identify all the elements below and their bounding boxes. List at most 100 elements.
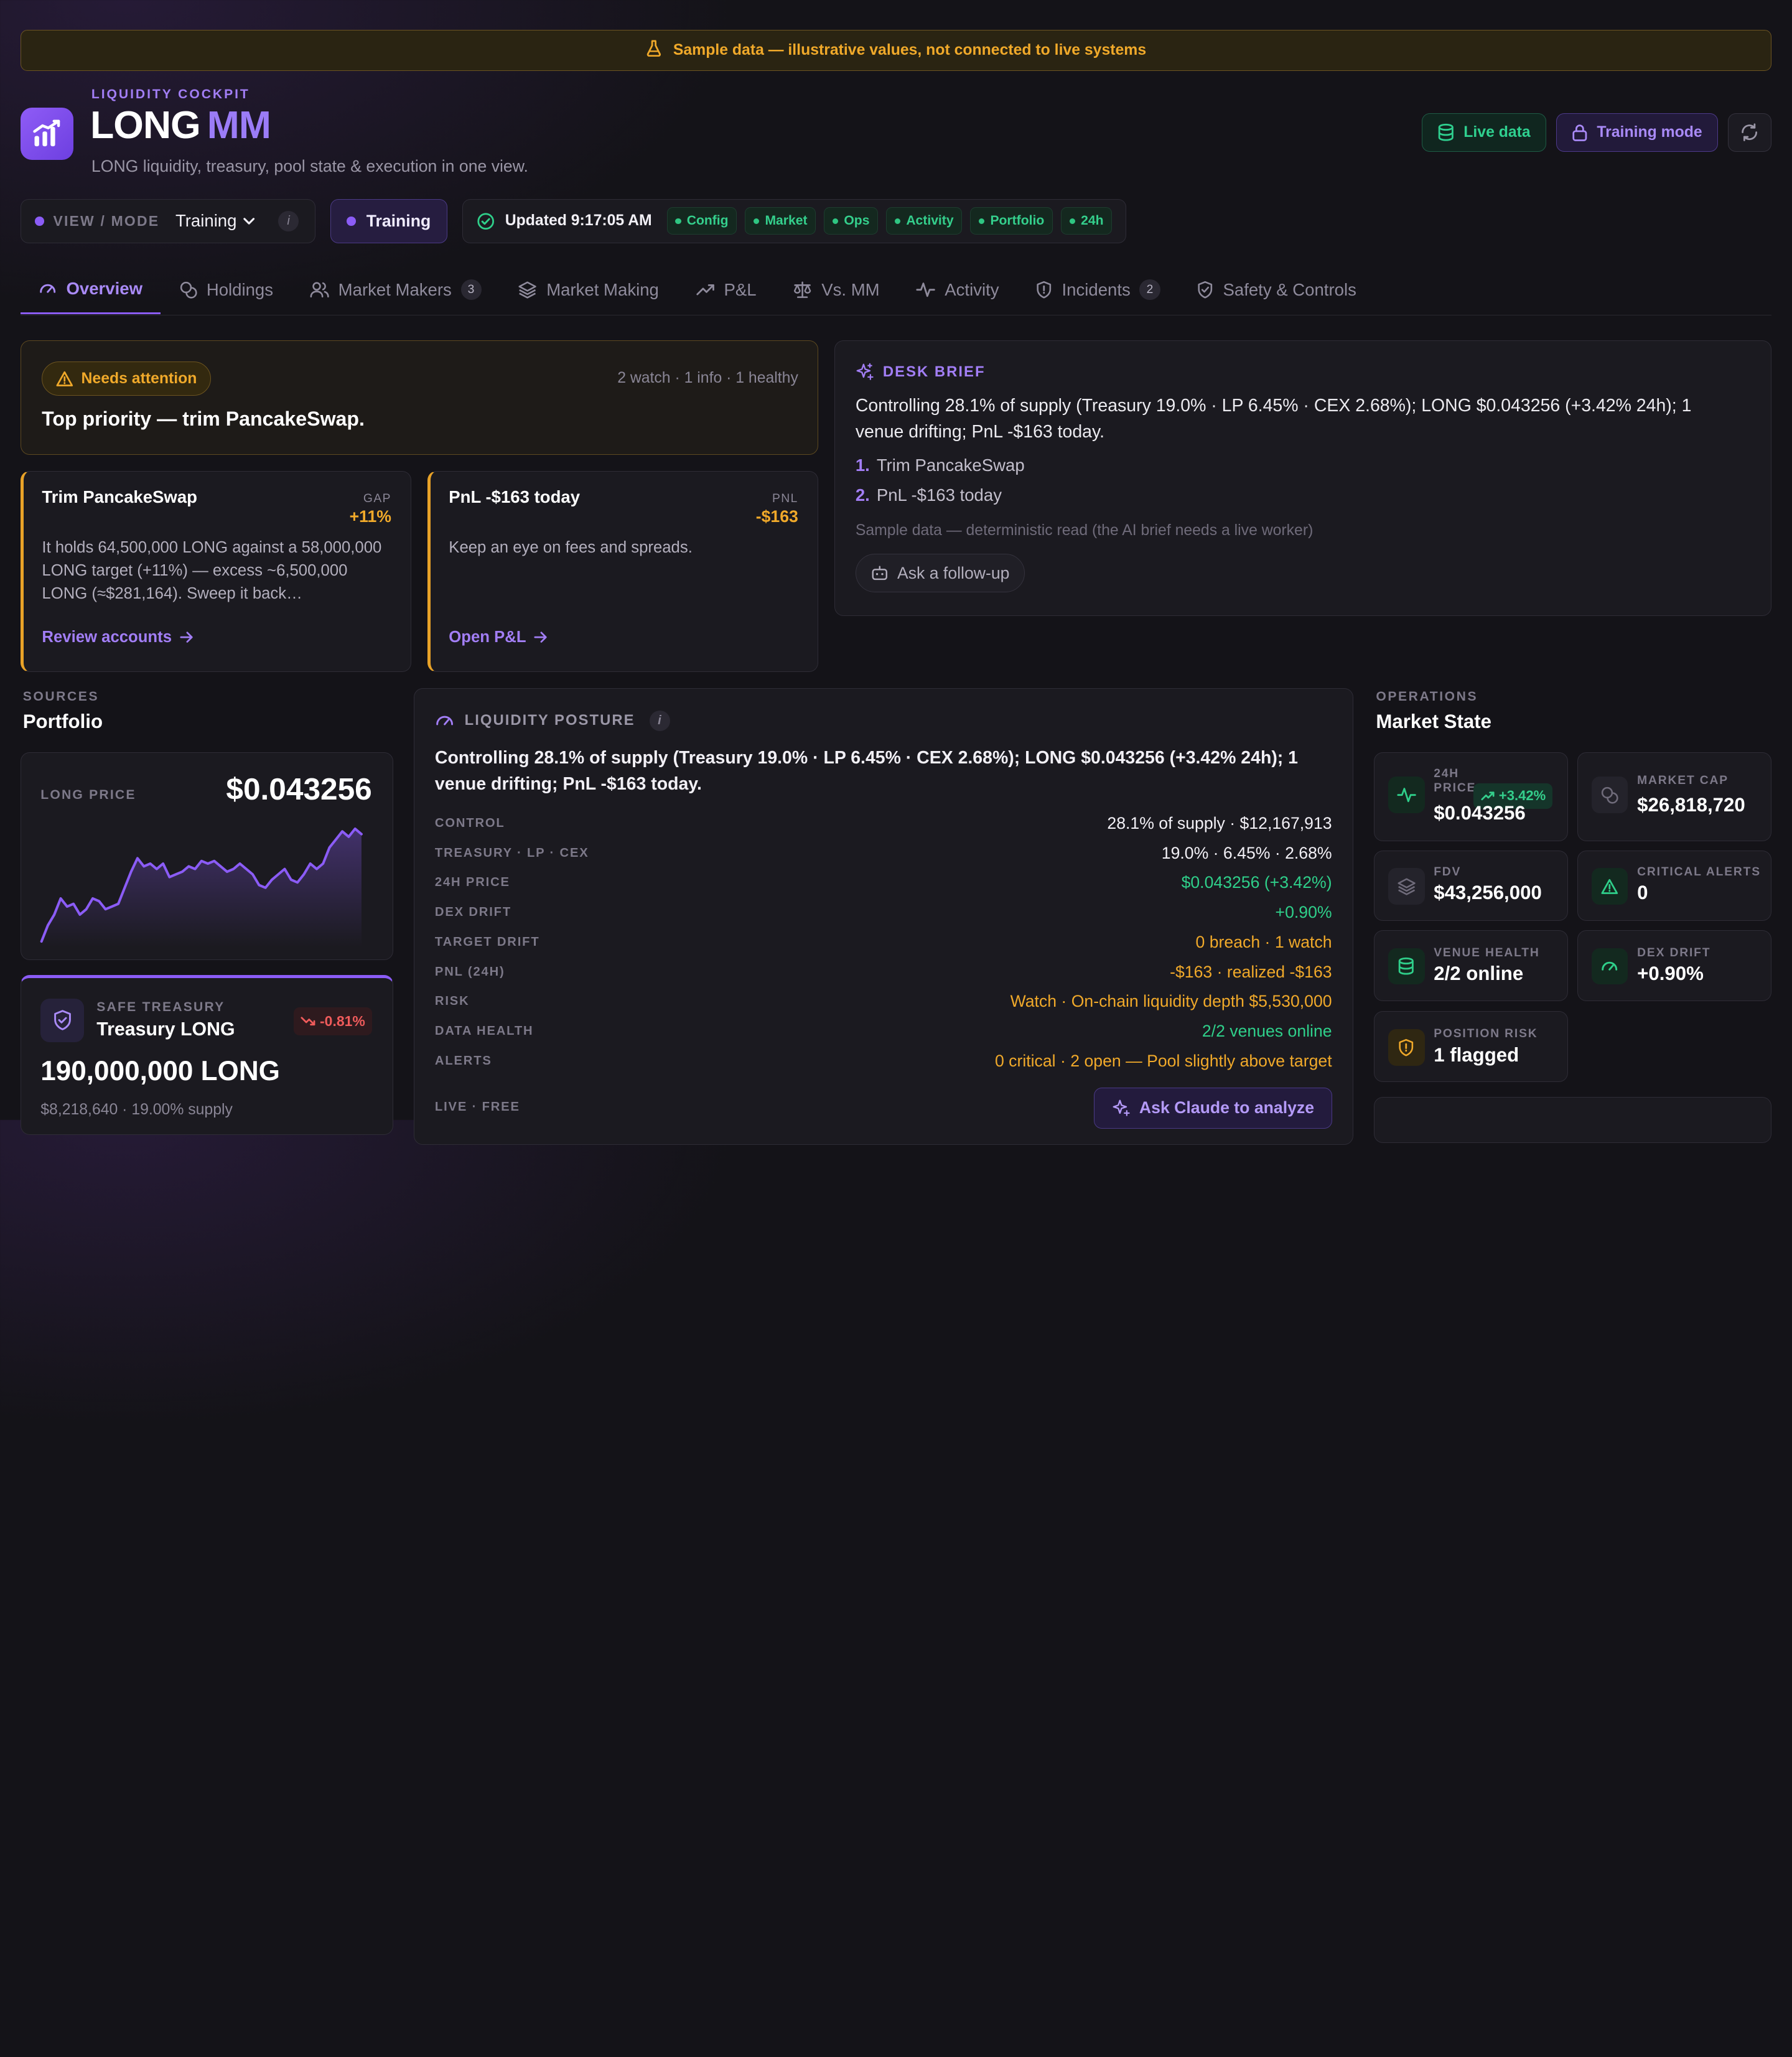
- metric-label: POSITION RISK: [1434, 1027, 1538, 1041]
- source-tag-activity: Activity: [886, 207, 963, 235]
- refresh-button[interactable]: [1728, 113, 1771, 152]
- page-title: LONG MM: [90, 103, 271, 147]
- long-price-card: LONG PRICE $0.043256: [21, 752, 393, 960]
- metric-label: 24H PRICE: [1434, 767, 1477, 795]
- title-part-mm: MM: [207, 103, 271, 147]
- training-mode-button[interactable]: Training mode: [1556, 113, 1718, 152]
- action-card-pnl: PnL -$163 today PNL -$163 Keep an eye on…: [427, 470, 819, 672]
- live-data-button[interactable]: Live data: [1422, 113, 1546, 152]
- scale-icon: [794, 281, 811, 298]
- view-mode-select[interactable]: VIEW / MODE Training i: [21, 198, 315, 244]
- ask-claude-button[interactable]: Ask Claude to analyze: [1094, 1087, 1332, 1129]
- refresh-icon: [1742, 123, 1758, 142]
- posture-row-target-drift: TARGET DRIFT 0 breach · 1 watch: [434, 932, 1332, 951]
- tab-safety-controls[interactable]: Safety & Controls: [1178, 265, 1374, 314]
- database-icon: [1388, 948, 1425, 985]
- training-dot: [347, 217, 357, 226]
- posture-row-data-health: DATA HEALTH 2/2 venues online: [434, 1022, 1332, 1041]
- info-icon[interactable]: i: [278, 210, 299, 231]
- action-card-kpi-label: PNL: [772, 492, 798, 505]
- metric-24h-price: 24H PRICE +3.42% $0.043256: [1373, 752, 1568, 841]
- metric-dex-drift: DEX DRIFT +0.90%: [1577, 930, 1771, 1001]
- price-chart: [40, 828, 363, 947]
- training-mode-label: Training mode: [1597, 124, 1702, 141]
- treasury-subtext: $8,218,640 · 19.00% supply: [40, 1101, 233, 1119]
- metric-value: $26,818,720: [1637, 793, 1745, 816]
- desk-brief-heading: DESK BRIEF: [856, 363, 986, 381]
- tab-holdings[interactable]: Holdings: [161, 265, 291, 314]
- trending-up-icon: [1480, 791, 1495, 801]
- source-tag-24h: 24h: [1060, 207, 1113, 235]
- tab-bar: Overview Holdings Market Makers 3 Market…: [21, 265, 1771, 315]
- activity-icon: [916, 282, 936, 297]
- tab-activity[interactable]: Activity: [898, 265, 1017, 314]
- training-chip[interactable]: Training: [330, 198, 447, 244]
- tab-label: Market Makers: [338, 279, 452, 299]
- metric-value: 2/2 online: [1434, 963, 1524, 985]
- activity-icon: [1388, 777, 1425, 813]
- safe-treasury-card: SAFE TREASURY Treasury LONG -0.81% 190,0…: [21, 974, 393, 1135]
- app-logo: [21, 107, 73, 161]
- view-mode-value[interactable]: Training: [175, 211, 255, 231]
- coins-icon: [1591, 777, 1628, 813]
- posture-row-pnl: PNL (24H) -$163 · realized -$163: [434, 962, 1332, 981]
- sparkles-icon: [1113, 1099, 1130, 1116]
- tab-overview[interactable]: Overview: [21, 265, 161, 315]
- posture-row-risk: RISK Watch · On-chain liquidity depth $5,…: [434, 992, 1332, 1011]
- treasury-label: SAFE TREASURY: [96, 999, 225, 1014]
- check-circle-icon: [477, 213, 494, 230]
- training-chip-label: Training: [366, 211, 431, 230]
- view-mode-label: VIEW / MODE: [53, 212, 160, 229]
- tab-label: Activity: [945, 279, 999, 299]
- tab-label: P&L: [724, 279, 757, 299]
- desk-brief-panel: DESK BRIEF Controlling 28.1% of supply (…: [834, 340, 1771, 616]
- dashboard-page: Sample data — illustrative values, not c…: [0, 0, 1792, 1145]
- tab-label: Overview: [66, 279, 142, 299]
- shield-check-icon: [1198, 281, 1213, 299]
- operations-eyebrow: OPERATIONS: [1376, 689, 1478, 704]
- banner-text: Sample data — illustrative values, not c…: [673, 41, 1147, 58]
- database-icon: [1438, 124, 1454, 141]
- market-state-title: Market State: [1376, 711, 1492, 733]
- metric-market-cap: MARKET CAP $26,818,720: [1577, 752, 1771, 841]
- view-mode-text: Training: [175, 211, 237, 231]
- open-pnl-link[interactable]: Open P&L: [449, 628, 548, 646]
- source-tag-ops: Ops: [824, 207, 879, 235]
- tab-label: Market Making: [546, 279, 659, 299]
- page-subtitle: LONG liquidity, treasury, pool state & e…: [91, 156, 528, 175]
- metric-value: 0: [1637, 882, 1648, 904]
- tab-incidents[interactable]: Incidents 2: [1017, 265, 1178, 314]
- bot-icon: [872, 566, 887, 581]
- tab-market-making[interactable]: Market Making: [500, 265, 677, 314]
- info-icon[interactable]: i: [650, 710, 671, 731]
- warning-icon: [56, 371, 73, 386]
- page-header: LIQUIDITY COCKPIT LONG MM LONG liquidity,…: [21, 87, 1771, 179]
- posture-rows: CONTROL 28.1% of supply · $12,167,913 TRE…: [435, 809, 1332, 1076]
- desk-brief-text: Controlling 28.1% of supply (Treasury 19…: [855, 395, 1692, 442]
- layers-icon: [518, 281, 537, 299]
- treasury-change-badge: -0.81%: [293, 1007, 372, 1035]
- posture-row-control: CONTROL 28.1% of supply · $12,167,913: [434, 813, 1332, 833]
- metric-fdv: FDV $43,256,000: [1373, 850, 1568, 921]
- posture-row-dex-drift: DEX DRIFT +0.90%: [434, 903, 1332, 922]
- tab-label: Incidents: [1062, 279, 1131, 299]
- source-tag-config: Config: [666, 207, 737, 235]
- warning-icon: [1591, 868, 1628, 905]
- posture-summary: Controlling 28.1% of supply (Treasury 19…: [434, 747, 1298, 794]
- list-item: 2. PnL -$163 today: [855, 485, 1002, 505]
- tab-label: Safety & Controls: [1223, 279, 1356, 299]
- tab-vs-mm[interactable]: Vs. MM: [775, 265, 898, 314]
- price-label: LONG PRICE: [40, 788, 136, 803]
- users-icon: [310, 282, 329, 297]
- review-accounts-link[interactable]: Review accounts: [42, 628, 193, 646]
- metric-label: DEX DRIFT: [1637, 946, 1711, 959]
- tab-pnl[interactable]: P&L: [677, 265, 775, 314]
- tab-label: Vs. MM: [821, 279, 880, 299]
- live-free-label: LIVE · FREE: [434, 1099, 520, 1114]
- coins-icon: [180, 281, 197, 299]
- tab-market-makers[interactable]: Market Makers 3: [291, 265, 500, 314]
- shield-icon: [40, 998, 85, 1042]
- layers-icon: [1388, 868, 1425, 905]
- sample-data-banner: Sample data — illustrative values, not c…: [21, 29, 1771, 71]
- ask-follow-up-button[interactable]: Ask a follow-up: [855, 553, 1025, 593]
